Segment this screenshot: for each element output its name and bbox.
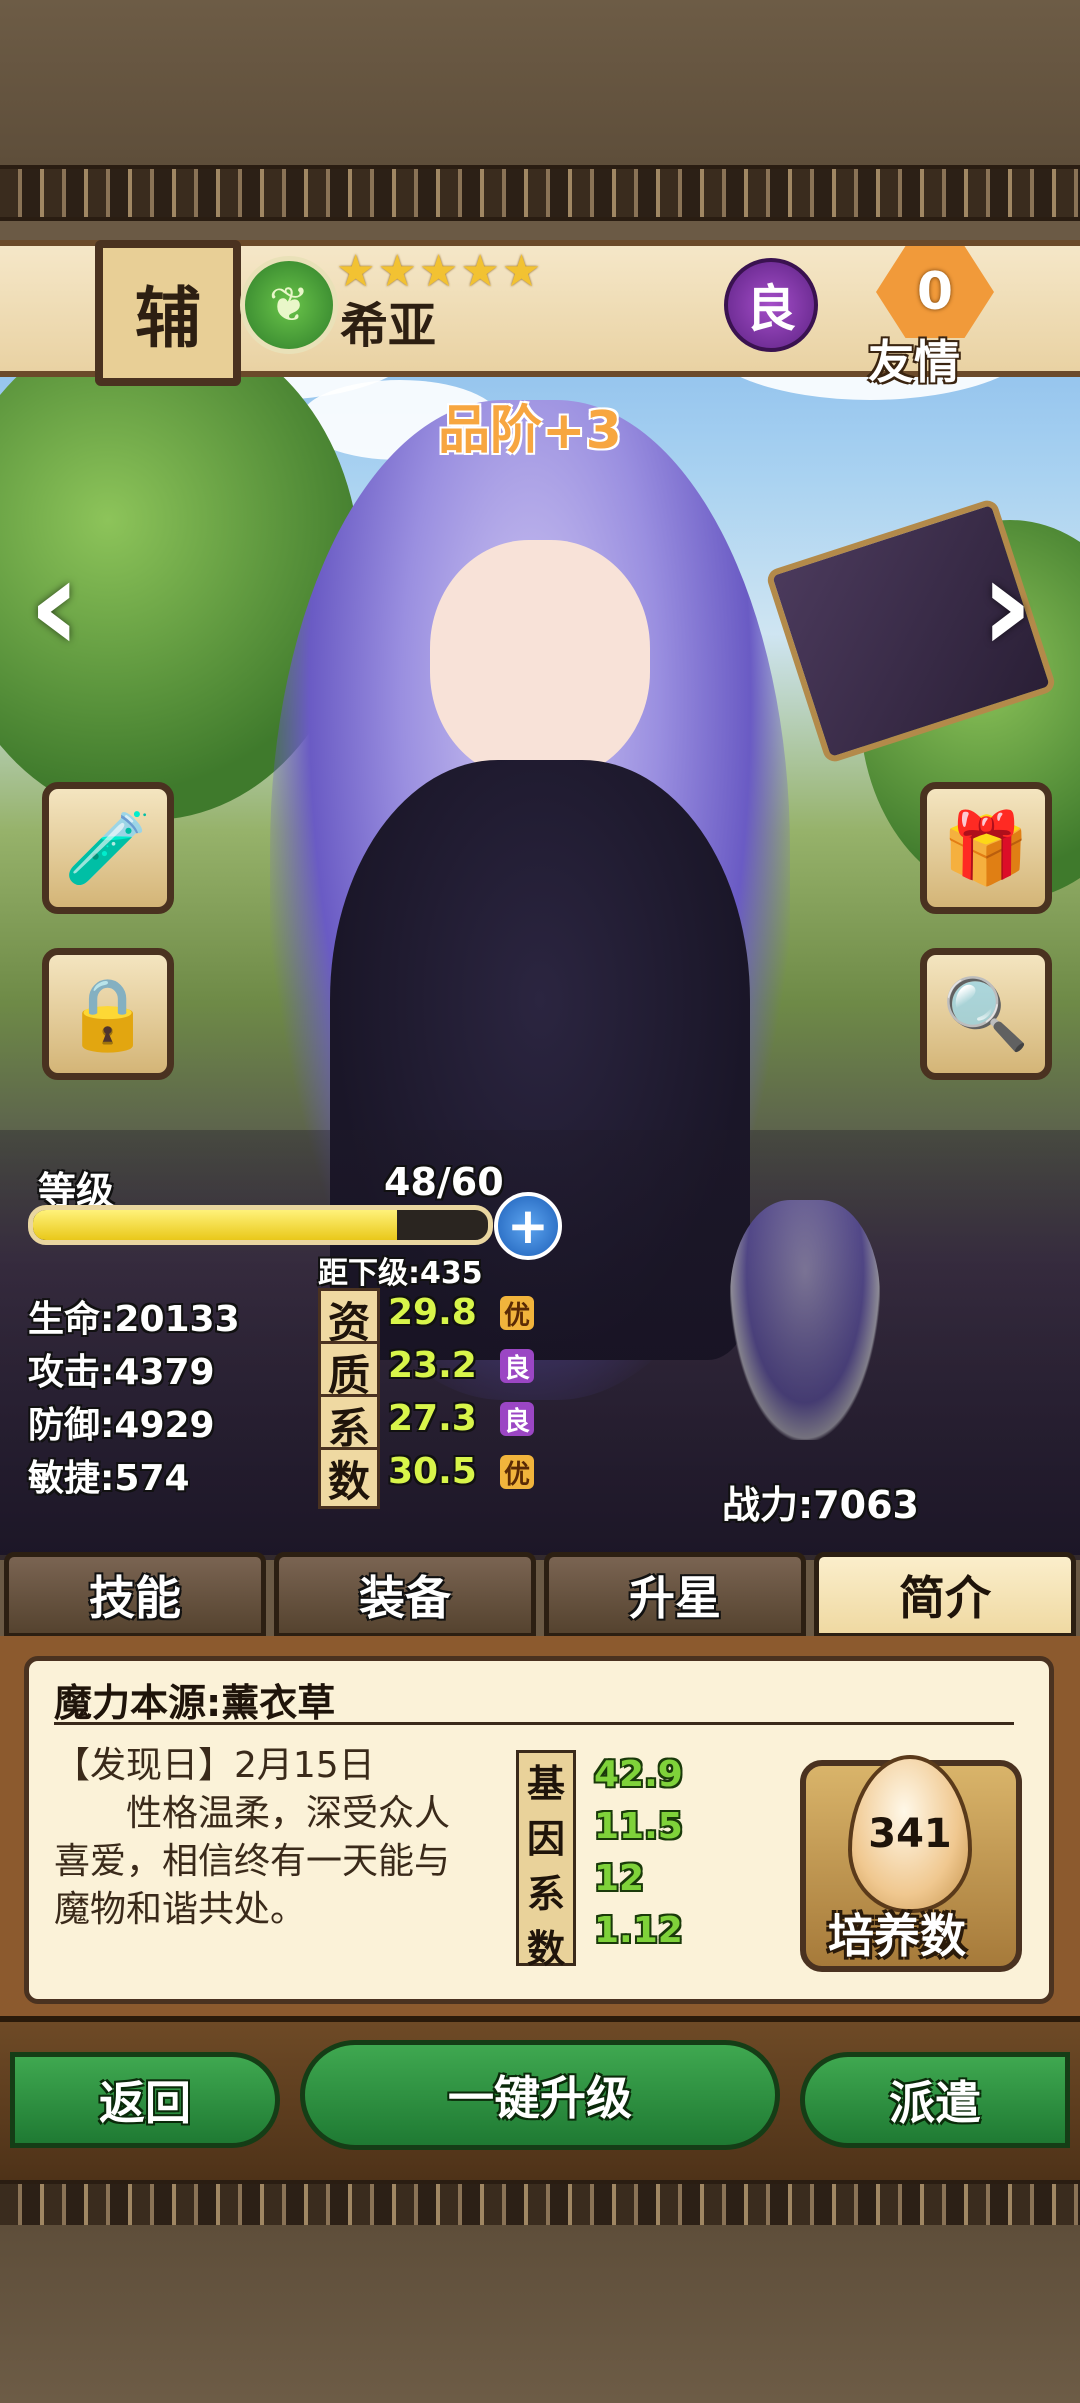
plus-icon[interactable]: + xyxy=(494,1192,562,1260)
profile-description: 【发现日】2月15日 性格温柔，深受众人喜爱，相信终有一天能与魔物和谐共处。 xyxy=(54,1742,474,1934)
top-border-band xyxy=(0,0,1080,165)
aptitude-value: 29.8 xyxy=(388,1292,477,1333)
role-label: 辅 xyxy=(135,280,201,357)
bottom-border-band xyxy=(0,2225,1080,2403)
aptitude-label: 数 xyxy=(318,1447,380,1509)
level-progress-fill xyxy=(33,1210,397,1240)
stat-agility: 敏捷:574 xyxy=(28,1458,190,1499)
aptitude-value: 23.2 xyxy=(388,1345,477,1386)
grade-badge: 优 xyxy=(500,1296,534,1331)
discovery-date: 【发现日】2月15日 xyxy=(54,1745,375,1786)
combat-power: 战力:7063 xyxy=(722,1483,919,1527)
level-progress-bar xyxy=(28,1205,493,1245)
gene-value: 12 xyxy=(594,1858,645,1899)
breed-count: 341 xyxy=(868,1811,952,1857)
grade-badge: 良 xyxy=(500,1402,534,1437)
back-button[interactable]: 返回 xyxy=(10,2052,280,2148)
gene-label: 基 xyxy=(526,1762,565,1806)
gene-value: 42.9 xyxy=(594,1754,683,1795)
breed-label: 培养数 xyxy=(828,1909,966,1963)
top-rope-border xyxy=(0,165,1080,221)
grade-badge: 优 xyxy=(500,1455,534,1490)
tab-profile[interactable]: 简介 xyxy=(814,1552,1076,1638)
character-face xyxy=(430,540,650,780)
dispatch-button[interactable]: 派遣 xyxy=(800,2052,1070,2148)
profile-text: 性格温柔，深受众人喜爱，相信终有一天能与魔物和谐共处。 xyxy=(54,1793,451,1930)
gene-label-column: 基 因 系 数 xyxy=(516,1750,576,1971)
tab-equipment[interactable]: 装备 xyxy=(274,1552,536,1638)
tab-skills[interactable]: 技能 xyxy=(4,1552,266,1638)
profile-title: 魔力本源:薰衣草 xyxy=(54,1681,336,1725)
quality-label: 品阶+3 xyxy=(438,401,622,461)
chevron-left-icon[interactable]: ‹ xyxy=(28,540,82,670)
gene-label: 数 xyxy=(526,1927,565,1971)
aptitude-value: 27.3 xyxy=(388,1398,477,1439)
leaf-element-icon: ❦ xyxy=(240,256,338,354)
stat-defense: 防御:4929 xyxy=(28,1405,215,1446)
one-click-upgrade-button[interactable]: 一键升级 xyxy=(300,2040,780,2150)
stat-hp: 生命:20133 xyxy=(28,1299,240,1340)
gift-icon[interactable]: 🎁 xyxy=(920,782,1052,914)
chevron-right-icon[interactable]: › xyxy=(980,540,1034,670)
potion-icon[interactable]: 🧪 xyxy=(42,782,174,914)
friendship-label: 友情 xyxy=(868,335,960,389)
exp-to-next: 距下级:435 xyxy=(318,1256,483,1291)
grade-badge: 良 xyxy=(500,1349,534,1384)
level-value: 48/60 xyxy=(384,1160,504,1204)
stat-attack: 攻击:4379 xyxy=(28,1352,215,1393)
magnifier-icon[interactable]: 🔍 xyxy=(920,948,1052,1080)
role-badge: 辅 xyxy=(95,240,241,386)
lock-icon[interactable]: 🔒 xyxy=(42,948,174,1080)
hero-name: 希亚 xyxy=(340,298,437,354)
gene-value: 1.12 xyxy=(594,1910,683,1951)
rank-badge: 良 xyxy=(724,258,818,352)
gene-label: 系 xyxy=(526,1872,565,1916)
divider xyxy=(54,1722,1014,1725)
gene-label: 因 xyxy=(526,1817,565,1861)
gene-value: 11.5 xyxy=(594,1806,683,1847)
aptitude-value: 30.5 xyxy=(388,1451,477,1492)
tab-star-up[interactable]: 升星 xyxy=(544,1552,806,1638)
